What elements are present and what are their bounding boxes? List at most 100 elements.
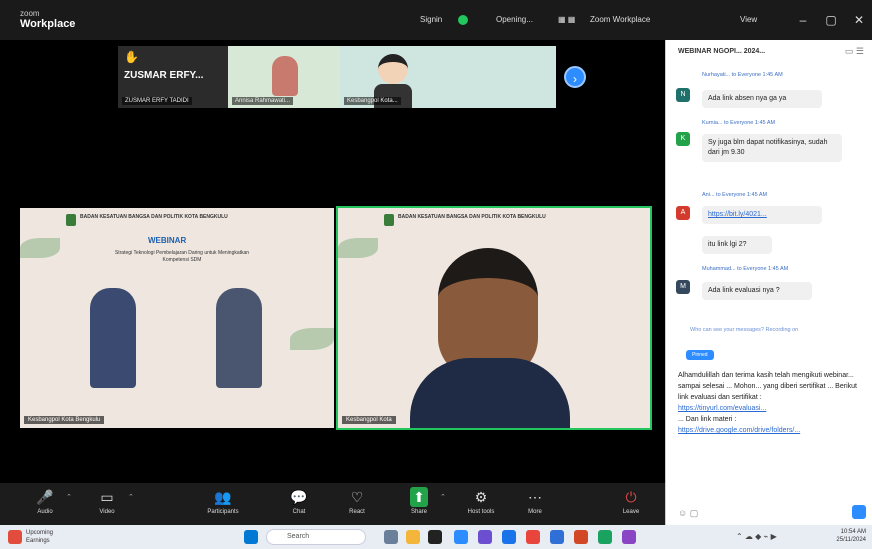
os-taskbar: Upcoming Earnings Search ⌃ ☁ ◆ ⌁ ▶ 10:54… (0, 525, 872, 549)
maximize-icon[interactable]: ▢ (822, 11, 840, 29)
video-right-label: Kesbangpol Kota (342, 416, 396, 424)
logo-icon (384, 214, 394, 226)
audio-button[interactable]: 🎤 Audio (18, 487, 72, 517)
chat-icon: 💬 (290, 489, 308, 505)
video-left-label: Kesbangpol Kota Bengkulu (24, 416, 105, 424)
evaluation-link[interactable]: https://tinyurl.com/evaluasi... (678, 405, 766, 412)
audio-label: Audio (37, 509, 53, 515)
host-tools-button[interactable]: ⚙ Host tools (454, 487, 508, 517)
pinned-tag: Pinned (686, 350, 714, 360)
leaf-decoration (290, 328, 334, 350)
chat-message: itu link lgi 2? (702, 236, 772, 254)
chat-visibility-hint[interactable]: Who can see your messages? Recording on (690, 327, 865, 333)
banner-org-right: BADAN KESATUAN BANGSA DAN POLITIK KOTA B… (398, 214, 546, 220)
weather-line2: Earnings (26, 538, 50, 544)
taskview-icon[interactable] (384, 530, 398, 544)
system-tray-icon[interactable]: ⌃ ☁ ◆ ⌁ ▶ (736, 532, 777, 541)
teams-icon[interactable] (478, 530, 492, 544)
webinar-subtitle: Strategi Teknologi Pembelajaran Daring u… (114, 250, 250, 263)
video-button[interactable]: ▭ Video (80, 487, 134, 517)
share-button[interactable]: ⬆ Share (392, 487, 446, 517)
taskbar-search[interactable]: Search (266, 529, 366, 545)
webinar-title: WEBINAR (148, 236, 187, 245)
app-icon[interactable] (622, 530, 636, 544)
pinned-message: Alhamdulillah dan terima kasih telah men… (678, 370, 866, 436)
layout-icon[interactable]: ▦ ▦ (558, 12, 575, 28)
weather-icon (8, 530, 22, 544)
event-banner-right: BADAN KESATUAN BANGSA DAN POLITIK KOTA B… (338, 208, 650, 236)
send-icon[interactable] (852, 505, 866, 519)
terminal-icon[interactable] (428, 530, 442, 544)
speaker-sub-label: ZUSMAR ERFY TADIDI (122, 97, 192, 105)
video-tile-right[interactable]: BADAN KESATUAN BANGSA DAN POLITIK KOTA B… (336, 206, 652, 430)
chat-label: Chat (292, 509, 306, 515)
leaf-decoration (20, 238, 60, 258)
video-tile-left[interactable]: BADAN KESATUAN BANGSA DAN POLITIK KOTA B… (20, 208, 334, 428)
app-brand: zoom Workplace (20, 10, 75, 31)
edge-icon[interactable] (502, 530, 516, 544)
chat-message: Sy juga blm dapat notifikasinya, sudah d… (702, 134, 842, 162)
share-label: Share (410, 509, 427, 515)
banner-org: BADAN KESATUAN BANGSA DAN POLITIK KOTA B… (80, 214, 228, 220)
avatar: A (676, 206, 690, 220)
leave-icon: ⏻ (625, 489, 637, 505)
more-label: More (528, 509, 542, 515)
message-meta: Nurhayati... to Everyone 1:45 AM (702, 72, 783, 78)
powerpoint-icon[interactable] (574, 530, 588, 544)
chat-message: Ada link evaluasi nya ? (702, 282, 812, 300)
next-page-icon[interactable]: › (564, 66, 586, 88)
microphone-icon: 🎤 (36, 489, 54, 505)
speaker-name: ZUSMAR ERFY... (124, 70, 204, 81)
clock[interactable]: 10:54 AM 25/11/2024 (836, 528, 866, 544)
attach-icon[interactable]: ☺ ▢ (678, 508, 698, 519)
participants-icon: 👥 (214, 489, 232, 505)
thumbnail-strip: ✋ ZUSMAR ERFY... ZUSMAR ERFY TADIDI Anni… (118, 46, 556, 108)
chat-title: WEBINAR NGOPI... 2024... (678, 48, 766, 55)
share-icon: ⬆ (410, 487, 428, 507)
zoom-icon[interactable] (454, 530, 468, 544)
minimize-icon[interactable]: – (794, 11, 812, 29)
thumbnail-speaker[interactable]: ✋ ZUSMAR ERFY... ZUSMAR ERFY TADIDI (118, 46, 228, 108)
meeting-controls: 🎤 Audio ⌃ ▭ Video ⌃ 👥 Participants 💬 Cha… (0, 483, 665, 525)
audio-options-chevron-icon[interactable]: ⌃ (66, 493, 72, 501)
raised-hand-icon: ✋ (124, 50, 139, 64)
view-button[interactable]: View (740, 12, 757, 28)
leave-button[interactable]: ⏻ Leave (604, 487, 658, 517)
chrome-icon[interactable] (526, 530, 540, 544)
more-button[interactable]: ⋯ More (508, 487, 562, 517)
video-options-chevron-icon[interactable]: ⌃ (128, 493, 134, 501)
participants-button[interactable]: 👥 Participants (196, 487, 250, 517)
clock-date: 25/11/2024 (836, 537, 866, 543)
excel-icon[interactable] (598, 530, 612, 544)
video-label: Video (99, 509, 115, 515)
thumbnail-participant-2[interactable]: Annisa Rahmawati... (228, 46, 340, 108)
chat-link[interactable]: https://bit.ly/4021... (702, 206, 822, 224)
weather-line1: Upcoming (26, 530, 54, 536)
chat-button[interactable]: 💬 Chat (272, 487, 326, 517)
more-icon: ⋯ (528, 489, 542, 505)
host-tools-label: Host tools (467, 509, 495, 515)
weather-widget[interactable]: Upcoming Earnings (26, 529, 53, 545)
avatar: K (676, 132, 690, 146)
materials-link[interactable]: https://drive.google.com/drive/folders/.… (678, 427, 800, 434)
leave-label: Leave (622, 509, 640, 515)
presenter-body (410, 358, 570, 428)
chat-options-icon[interactable]: ▭ ☰ (845, 46, 864, 57)
heart-icon: ♡ (350, 489, 364, 505)
clock-time: 10:54 AM (840, 529, 866, 535)
message-meta: Muhammad... to Everyone 1:45 AM (702, 266, 789, 272)
close-icon[interactable]: ✕ (850, 11, 868, 29)
participants-label: Participants (207, 509, 239, 515)
avatar (378, 54, 408, 84)
shield-icon: ⚙ (474, 489, 488, 505)
react-button[interactable]: ♡ React (330, 487, 384, 517)
video-stage: ✋ ZUSMAR ERFY... ZUSMAR ERFY TADIDI Anni… (0, 40, 665, 483)
camera-icon: ▭ (100, 489, 114, 505)
start-icon[interactable] (244, 530, 258, 544)
signin-link[interactable]: Signin (420, 12, 442, 28)
brand-top: zoom (20, 9, 40, 18)
thumbnail-participant-3[interactable]: Kesbangpol Kota... (340, 46, 556, 108)
share-options-chevron-icon[interactable]: ⌃ (440, 493, 446, 501)
file-explorer-icon[interactable] (406, 530, 420, 544)
word-icon[interactable] (550, 530, 564, 544)
